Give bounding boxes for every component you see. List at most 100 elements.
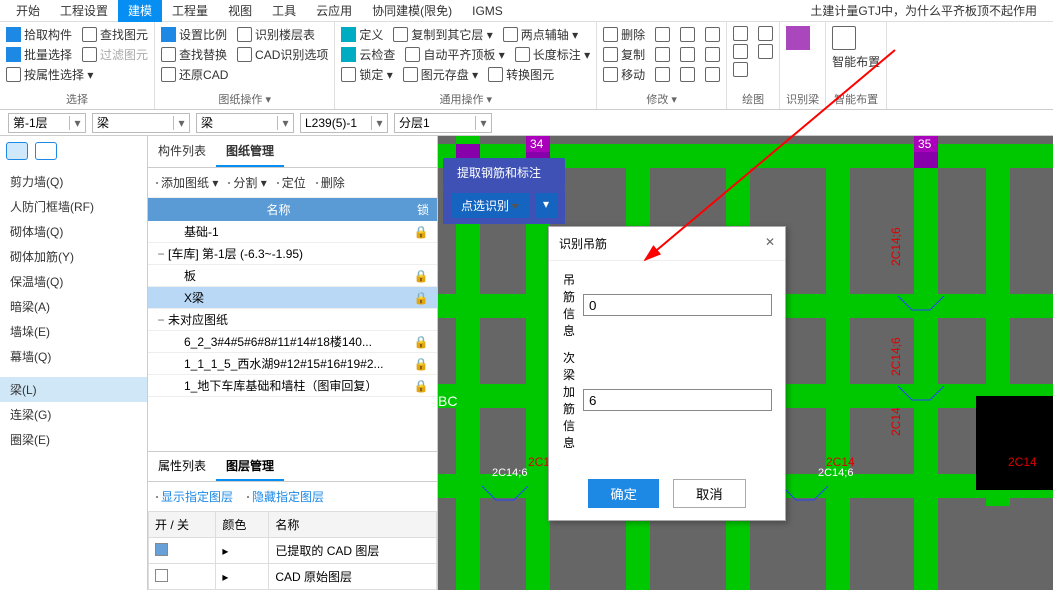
menu-item[interactable]: 工程设置 bbox=[50, 0, 118, 22]
sidebar-item[interactable]: 墙垛(E) bbox=[0, 319, 147, 344]
lock-icon[interactable]: 🔒 bbox=[411, 291, 431, 305]
menu-item[interactable]: 协同建模(限免) bbox=[362, 0, 462, 22]
sidebar-item[interactable]: 人防门框墙(RF) bbox=[0, 194, 147, 219]
sidebar-item[interactable] bbox=[0, 369, 147, 377]
extend-button[interactable] bbox=[655, 66, 670, 83]
define-button[interactable]: 定义 bbox=[341, 26, 383, 43]
detect-beam-button[interactable] bbox=[786, 26, 810, 50]
add-drawing-button[interactable]: 添加图纸 ▾ bbox=[156, 174, 218, 191]
layer-select[interactable]: ▾ bbox=[394, 113, 492, 133]
expander-icon[interactable]: − bbox=[154, 247, 168, 261]
delete-button[interactable]: 删除 bbox=[603, 26, 645, 43]
lock-icon[interactable]: 🔒 bbox=[411, 335, 431, 349]
sidebar-item[interactable]: 连梁(G) bbox=[0, 402, 147, 427]
sidebar-item[interactable]: 圈梁(E) bbox=[0, 427, 147, 452]
convert-elems-button[interactable]: 转换图元 bbox=[488, 66, 554, 83]
delete-drawing-button[interactable]: 删除 bbox=[316, 174, 345, 191]
align-button[interactable] bbox=[680, 46, 695, 63]
lock-icon[interactable]: 🔒 bbox=[411, 269, 431, 283]
find-replace-button[interactable]: 查找替换 bbox=[161, 46, 227, 63]
tree-node[interactable]: 1_1_1_5_西水湖9#12#15#16#19#2...🔒 bbox=[148, 353, 437, 375]
mirror-button[interactable] bbox=[655, 46, 670, 63]
floor-input[interactable] bbox=[9, 114, 69, 132]
menu-item[interactable]: 云应用 bbox=[306, 0, 362, 22]
line-button[interactable] bbox=[758, 26, 773, 41]
save-elems-button[interactable]: 图元存盘 ▾ bbox=[403, 66, 478, 83]
beam-select[interactable]: ▾ bbox=[300, 113, 388, 133]
tree-node[interactable]: 1_地下车库基础和墙柱（图审回复）🔒 bbox=[148, 375, 437, 397]
length-dim-button[interactable]: 长度标注 ▾ bbox=[515, 46, 590, 63]
sidebar-item[interactable]: 梁(L) bbox=[0, 377, 147, 402]
pick-element-button[interactable]: 拾取构件 bbox=[6, 26, 72, 43]
set-scale-button[interactable]: 设置比例 bbox=[161, 26, 227, 43]
select-by-attr-button[interactable]: 按属性选择 ▾ bbox=[6, 66, 93, 83]
sidebar-item[interactable]: 砌体墙(Q) bbox=[0, 219, 147, 244]
restore-cad-button[interactable]: 还原CAD bbox=[161, 66, 228, 83]
checkbox[interactable] bbox=[155, 543, 168, 556]
expander-icon[interactable]: − bbox=[154, 313, 168, 327]
tab-drawings[interactable]: 图纸管理 bbox=[216, 136, 284, 167]
move-button[interactable]: 移动 bbox=[603, 66, 645, 83]
cat2-input[interactable] bbox=[197, 114, 277, 132]
chevron-down-icon[interactable]: ▾ bbox=[371, 116, 387, 130]
tree-node[interactable]: 基础-1🔒 bbox=[148, 221, 437, 243]
floor-select[interactable]: ▾ bbox=[8, 113, 86, 133]
sidebar-item[interactable]: 剪力墙(Q) bbox=[0, 169, 147, 194]
find-element-button[interactable]: 查找图元 bbox=[82, 26, 148, 43]
sidebar-item[interactable]: 幕墙(Q) bbox=[0, 344, 147, 369]
menu-item[interactable]: 开始 bbox=[6, 0, 50, 22]
chevron-down-icon[interactable]: ▾ bbox=[173, 116, 189, 130]
cat1-select[interactable]: ▾ bbox=[92, 113, 190, 133]
table-row[interactable]: ▸CAD 原始图层 bbox=[149, 564, 437, 590]
tree-node[interactable]: −未对应图纸 bbox=[148, 309, 437, 331]
trim-button[interactable] bbox=[680, 26, 695, 43]
auto-level-button[interactable]: 自动平齐顶板 ▾ bbox=[405, 46, 504, 63]
table-row[interactable]: ▸已提取的 CAD 图层 bbox=[149, 538, 437, 564]
sidebar-item[interactable]: 砌体加筋(Y) bbox=[0, 244, 147, 269]
tab-layers[interactable]: 图层管理 bbox=[216, 452, 284, 481]
copy-other-layer-button[interactable]: 复制到其它层 ▾ bbox=[393, 26, 492, 43]
offset-button[interactable] bbox=[705, 26, 720, 43]
beam-input[interactable] bbox=[301, 114, 371, 132]
lock-button[interactable]: 锁定 ▾ bbox=[341, 66, 392, 83]
locate-button[interactable]: 定位 bbox=[277, 174, 306, 191]
lock-icon[interactable]: 🔒 bbox=[411, 225, 431, 239]
sidebar-item[interactable]: 暗梁(A) bbox=[0, 294, 147, 319]
menu-item[interactable]: 工具 bbox=[262, 0, 306, 22]
card-view-icon[interactable] bbox=[35, 142, 57, 160]
palette-dropdown[interactable]: ▾ bbox=[535, 193, 557, 218]
show-layer-button[interactable]: 显示指定图层 bbox=[156, 488, 233, 505]
hide-layer-button[interactable]: 隐藏指定图层 bbox=[247, 488, 324, 505]
smart-layout-button[interactable] bbox=[832, 26, 856, 50]
checkbox[interactable] bbox=[155, 569, 168, 582]
split-button[interactable] bbox=[705, 66, 720, 83]
batch-select-button[interactable]: 批量选择 bbox=[6, 46, 72, 63]
split-button[interactable]: 分割 ▾ bbox=[228, 174, 266, 191]
chevron-down-icon[interactable]: ▾ bbox=[69, 116, 85, 130]
merge-button[interactable] bbox=[705, 46, 720, 63]
chevron-down-icon[interactable]: ▾ bbox=[475, 116, 491, 130]
tree-node[interactable]: 板🔒 bbox=[148, 265, 437, 287]
menu-item[interactable]: 建模 bbox=[118, 0, 162, 22]
rotate-button[interactable] bbox=[655, 26, 670, 43]
cad-detect-options-button[interactable]: CAD识别选项 bbox=[237, 46, 328, 63]
chevron-down-icon[interactable]: ▾ bbox=[277, 116, 293, 130]
beam-detect-palette[interactable]: 提取钢筋和标注 点选识别 ▾ bbox=[443, 158, 565, 224]
tab-components[interactable]: 构件列表 bbox=[148, 136, 216, 167]
menu-item[interactable]: 视图 bbox=[218, 0, 262, 22]
lock-icon[interactable]: 🔒 bbox=[411, 379, 431, 393]
menu-item[interactable]: IGMS bbox=[462, 1, 513, 21]
copy-button[interactable]: 复制 bbox=[603, 46, 645, 63]
drawing-canvas[interactable]: 34 35 BC 2C14 2C14;6 2C14;6 2C14 2C14 2C… bbox=[438, 136, 1053, 590]
color-cell[interactable]: ▸ bbox=[216, 564, 269, 590]
color-cell[interactable]: ▸ bbox=[216, 538, 269, 564]
cancel-button[interactable]: 取消 bbox=[673, 479, 746, 508]
hanger-info-input[interactable] bbox=[583, 294, 772, 316]
lock-icon[interactable]: 🔒 bbox=[411, 357, 431, 371]
two-point-axis-button[interactable]: 两点辅轴 ▾ bbox=[503, 26, 578, 43]
secondary-beam-input[interactable] bbox=[583, 389, 772, 411]
tree-node[interactable]: X梁🔒 bbox=[148, 287, 437, 309]
ok-button[interactable]: 确定 bbox=[588, 479, 659, 508]
cat1-input[interactable] bbox=[93, 114, 173, 132]
tree-node[interactable]: −[车库] 第-1层 (-6.3~-1.95) bbox=[148, 243, 437, 265]
